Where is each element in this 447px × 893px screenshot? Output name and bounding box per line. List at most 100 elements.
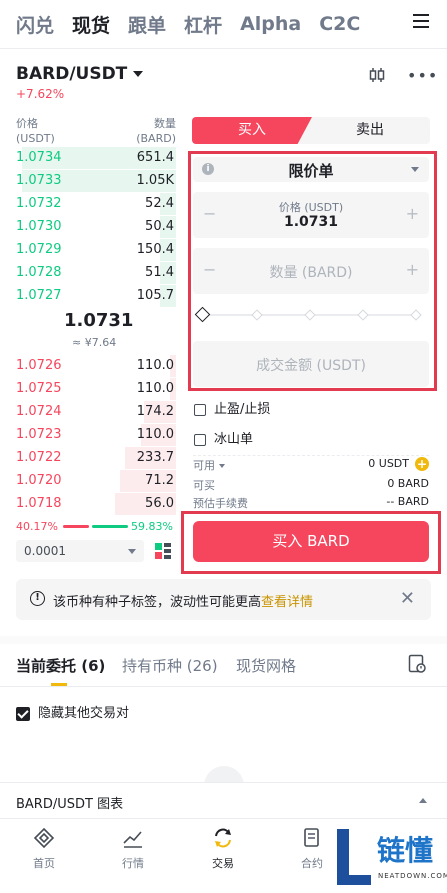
watermark-l-icon bbox=[337, 829, 371, 885]
order-price: 1.0733 bbox=[16, 173, 62, 188]
order-qty: 1.05K bbox=[136, 173, 174, 188]
buy-ratio: 40.17% bbox=[16, 520, 58, 533]
order-price: 1.0728 bbox=[16, 265, 62, 280]
order-qty: 110.0 bbox=[136, 381, 174, 396]
tab-alpha[interactable]: Alpha bbox=[240, 13, 301, 35]
bid-row[interactable]: 1.0725 110.0 bbox=[16, 378, 176, 400]
can-buy-label: 可买 bbox=[193, 479, 215, 492]
bid-row[interactable]: 1.0723 110.0 bbox=[16, 424, 176, 446]
order-qty: 150.4 bbox=[136, 242, 174, 257]
chevron-up-icon bbox=[419, 798, 427, 803]
nav-home[interactable]: 首页 bbox=[14, 827, 74, 871]
order-qty: 56.0 bbox=[145, 496, 174, 511]
buy-ratio-bar bbox=[63, 525, 89, 528]
alert-icon: ! bbox=[30, 591, 45, 606]
chevron-down-icon[interactable] bbox=[219, 464, 225, 468]
nav-home-label: 首页 bbox=[33, 857, 55, 870]
checkbox-icon bbox=[194, 403, 206, 416]
ask-row[interactable]: 1.0732 52.4 bbox=[16, 193, 176, 215]
ask-row[interactable]: 1.0730 50.4 bbox=[16, 216, 176, 238]
watermark-logo: 链懂 NEATDOWN.COM bbox=[333, 825, 447, 890]
close-icon[interactable]: ✕ bbox=[400, 588, 415, 609]
checkbox-icon bbox=[194, 433, 206, 446]
bid-row[interactable]: 1.0726 110.0 bbox=[16, 355, 176, 377]
order-qty: 233.7 bbox=[136, 450, 174, 465]
futures-icon bbox=[304, 828, 319, 847]
hide-other-pairs-checkbox[interactable]: 隐藏其他交易对 bbox=[16, 702, 129, 721]
nav-trade-label: 交易 bbox=[212, 857, 234, 870]
chart-drawer[interactable]: BARD/USDT 图表 bbox=[0, 782, 447, 818]
order-qty: 651.4 bbox=[136, 150, 174, 165]
ask-row[interactable]: 1.0733 1.05K bbox=[16, 170, 176, 192]
add-funds-icon[interactable]: + bbox=[415, 457, 429, 471]
highlight-box-order-form bbox=[188, 151, 437, 391]
section-divider bbox=[0, 636, 447, 644]
tab-open-orders[interactable]: 当前委托 (6) bbox=[16, 655, 105, 676]
bid-row[interactable]: 1.0720 71.2 bbox=[16, 470, 176, 492]
precision-value: 0.0001 bbox=[24, 544, 66, 558]
tab-spot-grid[interactable]: 现货网格 bbox=[236, 655, 296, 676]
ask-row[interactable]: 1.0734 651.4 bbox=[16, 147, 176, 169]
price-change: +7.62% bbox=[16, 87, 65, 101]
can-buy-value: 0 BARD bbox=[387, 477, 429, 490]
bid-row[interactable]: 1.0718 56.0 bbox=[16, 493, 176, 515]
tab-copy-trading[interactable]: 跟单 bbox=[128, 11, 166, 38]
available-value: 0 USDT bbox=[368, 457, 409, 470]
seed-tag-notice: ! 该币种有种子标签，波动性可能更高查看详情 ✕ bbox=[16, 579, 431, 620]
pair-selector[interactable]: BARD/USDT bbox=[16, 64, 144, 84]
fee-value: -- BARD bbox=[386, 495, 429, 508]
tab-sell[interactable]: 卖出 bbox=[310, 117, 430, 144]
last-price[interactable]: 1.0731 bbox=[64, 310, 133, 331]
order-price: 1.0734 bbox=[16, 150, 62, 165]
order-history-icon[interactable] bbox=[408, 654, 426, 674]
order-price: 1.0718 bbox=[16, 496, 62, 511]
tp-sl-checkbox[interactable]: 止盈/止损 bbox=[194, 398, 270, 417]
ask-row[interactable]: 1.0728 51.4 bbox=[16, 262, 176, 284]
menu-icon[interactable] bbox=[413, 14, 429, 28]
tp-sl-label: 止盈/止损 bbox=[214, 402, 271, 417]
tab-holdings[interactable]: 持有币种 (26) bbox=[122, 655, 218, 676]
fee-row: 预估手续费 -- BARD bbox=[193, 495, 429, 511]
qty-col-label: 数量 bbox=[154, 117, 176, 130]
order-price: 1.0729 bbox=[16, 242, 62, 257]
candlestick-icon[interactable] bbox=[368, 66, 386, 84]
ask-row[interactable]: 1.0727 105.7 bbox=[16, 285, 176, 307]
order-qty: 105.7 bbox=[136, 288, 174, 303]
bid-row[interactable]: 1.0724 174.2 bbox=[16, 401, 176, 423]
iceberg-label: 冰山单 bbox=[214, 432, 254, 447]
side-switch: 买入 卖出 bbox=[192, 117, 430, 144]
bid-row[interactable]: 1.0722 233.7 bbox=[16, 447, 176, 469]
qty-col-header: 数量 (BARD) bbox=[136, 116, 176, 146]
orderbook-layout-icon[interactable] bbox=[154, 541, 172, 561]
tab-margin[interactable]: 杠杆 bbox=[184, 11, 222, 38]
precision-select[interactable]: 0.0001 bbox=[16, 540, 144, 562]
order-price: 1.0723 bbox=[16, 427, 62, 442]
order-price: 1.0726 bbox=[16, 358, 62, 373]
fee-label: 预估手续费 bbox=[193, 497, 248, 510]
tab-convert[interactable]: 闪兑 bbox=[16, 11, 54, 38]
order-qty: 110.0 bbox=[136, 358, 174, 373]
markets-icon bbox=[123, 831, 142, 848]
available-label: 可用 bbox=[193, 459, 215, 472]
nav-trade[interactable]: 交易 bbox=[193, 827, 253, 871]
chart-drawer-label: BARD/USDT 图表 bbox=[16, 797, 124, 812]
nav-futures-label: 合约 bbox=[301, 857, 323, 870]
ask-row[interactable]: 1.0729 150.4 bbox=[16, 239, 176, 261]
order-price: 1.0724 bbox=[16, 404, 62, 419]
trade-icon bbox=[215, 828, 231, 848]
tab-c2c[interactable]: C2C bbox=[319, 13, 360, 35]
order-qty: 50.4 bbox=[145, 219, 174, 234]
tab-buy[interactable]: 买入 bbox=[192, 117, 312, 144]
more-icon[interactable]: ••• bbox=[407, 66, 438, 85]
iceberg-checkbox[interactable]: 冰山单 bbox=[194, 428, 253, 447]
pair-symbol: BARD/USDT bbox=[16, 64, 128, 84]
tab-spot[interactable]: 现货 bbox=[72, 11, 110, 38]
order-qty: 110.0 bbox=[136, 427, 174, 442]
order-price: 1.0727 bbox=[16, 288, 62, 303]
nav-markets[interactable]: 行情 bbox=[103, 827, 163, 871]
order-price: 1.0720 bbox=[16, 473, 62, 488]
highlight-box-buy-button bbox=[181, 511, 441, 574]
notice-details-link[interactable]: 查看详情 bbox=[261, 595, 313, 610]
order-qty: 71.2 bbox=[145, 473, 174, 488]
top-tabs: 闪兑 现货 跟单 杠杆 Alpha C2C bbox=[0, 0, 447, 48]
